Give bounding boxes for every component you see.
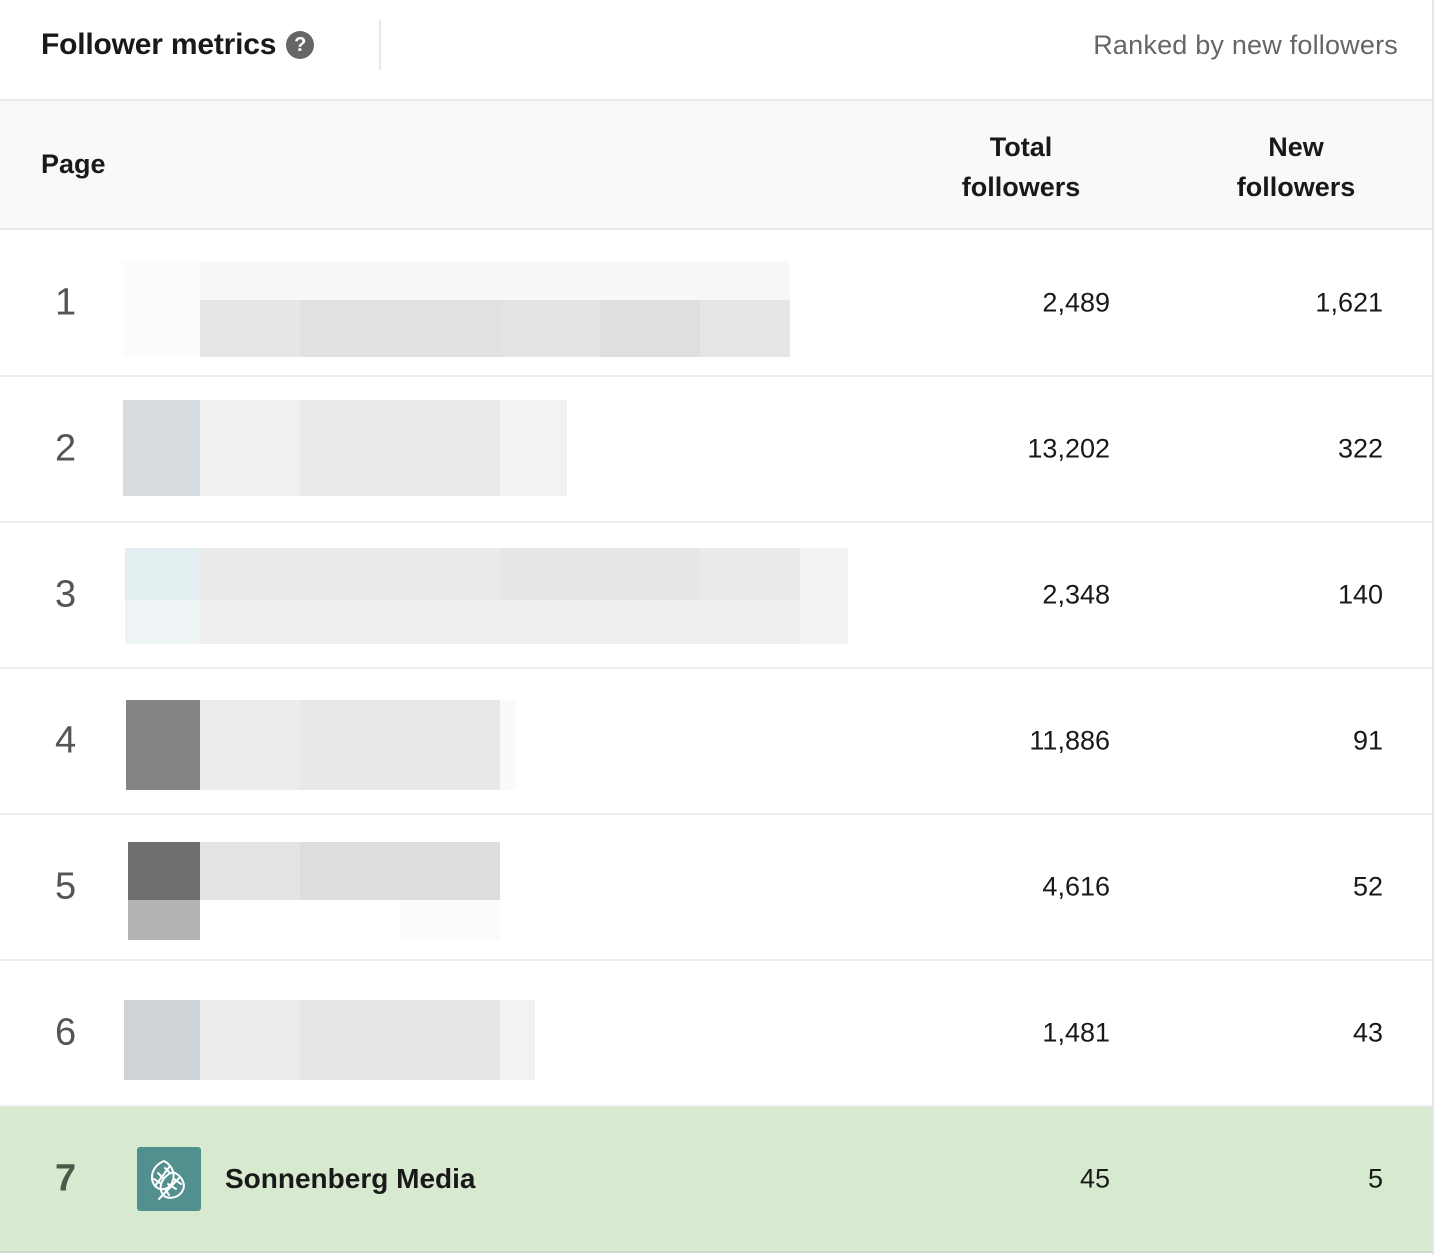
- total-followers-value: 13,202: [1027, 433, 1110, 464]
- rank-number: 3: [55, 573, 77, 616]
- total-followers-value: 4,616: [1042, 871, 1110, 902]
- new-followers-value: 52: [1352, 871, 1383, 902]
- leaves-logo-icon[interactable]: [137, 1147, 201, 1211]
- title-group: Follower metrics ?: [41, 28, 315, 62]
- redacted-page-avatar: [124, 1000, 200, 1080]
- redacted-page-avatar: [126, 700, 200, 790]
- rank-number: 2: [55, 427, 77, 470]
- header-divider: [379, 20, 381, 70]
- table-row[interactable]: 6 1,481 43: [0, 961, 1432, 1107]
- total-followers-value: 2,348: [1042, 579, 1110, 610]
- table-row[interactable]: 2 13,202 322: [0, 377, 1432, 523]
- table-row[interactable]: 4 11,886 91: [0, 669, 1432, 815]
- ranking-note: Ranked by new followers: [1093, 30, 1398, 60]
- rank-number: 4: [55, 719, 77, 762]
- new-followers-value: 5: [1367, 1163, 1383, 1194]
- new-followers-value: 322: [1337, 433, 1383, 464]
- rank-number: 1: [55, 281, 77, 324]
- new-followers-value: 91: [1352, 725, 1383, 756]
- table-row[interactable]: 3 2,348 140: [0, 523, 1432, 669]
- table-row[interactable]: 5 4,616 52: [0, 815, 1432, 961]
- column-header-total-followers[interactable]: Total followers: [940, 127, 1102, 207]
- total-followers-value: 45: [1079, 1163, 1110, 1194]
- column-header-new-followers[interactable]: New followers: [1215, 127, 1377, 207]
- rank-number: 7: [55, 1157, 77, 1200]
- column-header-page: Page: [41, 149, 106, 179]
- table-row[interactable]: 1 2,489 1,621: [0, 231, 1432, 377]
- rank-number: 5: [55, 865, 77, 908]
- table-header: Page Total followers New followers: [0, 101, 1432, 230]
- redacted-page-avatar: [123, 400, 200, 496]
- question-circle-icon[interactable]: ?: [286, 31, 315, 59]
- new-followers-value: 140: [1337, 579, 1383, 610]
- total-followers-value: 2,489: [1042, 287, 1110, 318]
- total-followers-value: 11,886: [1029, 725, 1110, 756]
- table-row-own-page[interactable]: 7 Sonnenberg Media 45 5: [0, 1107, 1432, 1253]
- total-followers-value: 1,481: [1042, 1017, 1110, 1048]
- new-followers-value: 1,621: [1315, 287, 1383, 318]
- new-followers-value: 43: [1352, 1017, 1383, 1048]
- page-name[interactable]: Sonnenberg Media: [225, 1163, 475, 1195]
- panel-title: Follower metrics: [41, 28, 277, 61]
- panel-header: Follower metrics ? Ranked by new followe…: [0, 0, 1432, 101]
- rank-number: 6: [55, 1011, 77, 1054]
